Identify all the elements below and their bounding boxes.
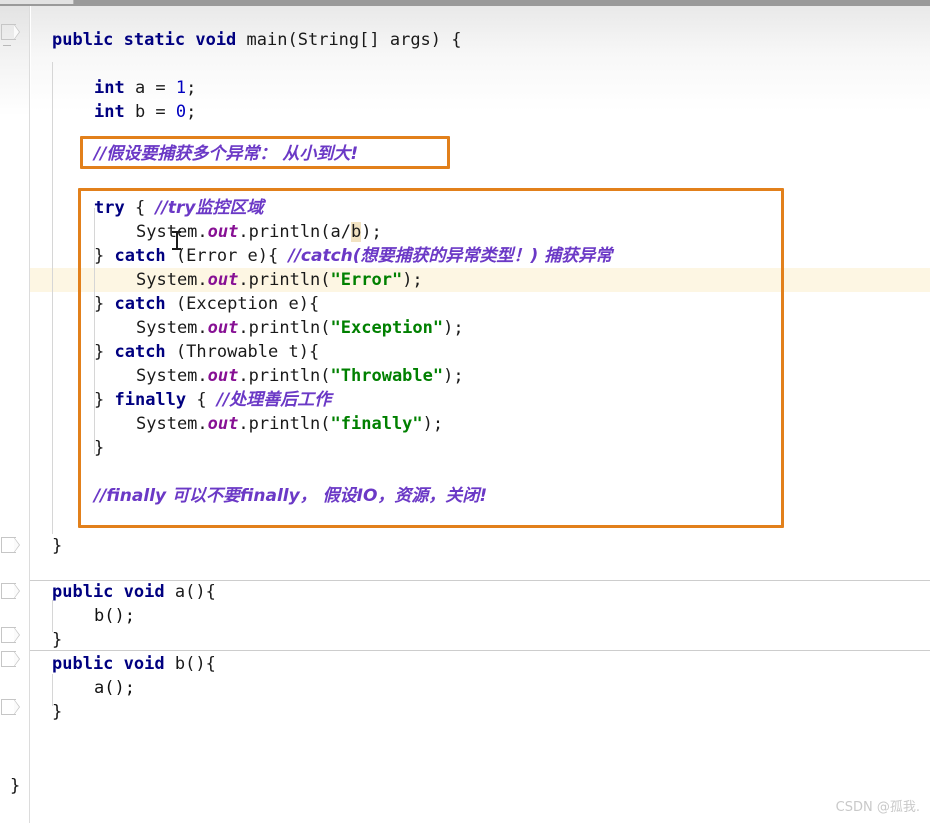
code-line-close-method-b[interactable]: } — [52, 700, 62, 724]
keyword-catch: catch — [114, 294, 166, 314]
string-finally: "finally" — [330, 414, 423, 434]
call-println: println( — [248, 270, 331, 290]
method-a-signature: a(){ — [164, 582, 216, 602]
field-out: out — [207, 270, 239, 290]
main-signature-params: (String[] args) { — [287, 30, 462, 50]
method-name-main: main — [246, 30, 288, 50]
code-line-comment-multiple-exceptions[interactable]: //假设要捕获多个异常： 从小到大! — [94, 142, 358, 166]
call-println: println(a/ — [248, 222, 351, 242]
code-line-finally[interactable]: } finally { //处理善后工作 — [94, 388, 331, 412]
call-println: println( — [248, 414, 331, 434]
keyword-int: int — [94, 78, 125, 98]
call-close: ); — [422, 414, 444, 434]
field-out: out — [207, 222, 239, 242]
keyword-finally: finally — [114, 390, 187, 410]
call-println: println( — [248, 318, 331, 338]
code-line-println-error[interactable]: System.out.println("Error"); — [136, 268, 423, 292]
fold-marker-icon[interactable] — [1, 699, 20, 715]
keyword-void: void — [123, 582, 165, 602]
catch-throwable-params: (Throwable t){ — [165, 342, 320, 362]
code-line-catch-error[interactable]: } catch (Error e){ //catch(想要捕获的异常类型！) 捕… — [94, 244, 612, 268]
catch-error-params: (Error e){ — [165, 246, 289, 266]
field-out: out — [207, 366, 239, 386]
code-line-main-signature[interactable]: public static void main(String[] args) { — [52, 28, 462, 52]
object-system: System — [136, 270, 198, 290]
keyword-catch: catch — [114, 342, 166, 362]
semicolon: ; — [186, 102, 197, 122]
object-system: System — [136, 222, 198, 242]
close-brace: } — [94, 246, 115, 266]
var-b-assign: b = — [124, 102, 176, 122]
code-line-catch-throwable[interactable]: } catch (Throwable t){ — [94, 340, 319, 364]
object-system: System — [136, 318, 198, 338]
comment-cleanup-work: //处理善后工作 — [216, 390, 332, 410]
comment-catch-exception-type: //catch(想要捕获的异常类型！) 捕获异常 — [288, 246, 613, 266]
call-println: println( — [248, 366, 331, 386]
close-brace: } — [94, 342, 115, 362]
call-close: ); — [443, 318, 464, 338]
keyword-public: public — [52, 654, 114, 674]
code-line-call-a[interactable]: a(); — [94, 676, 135, 700]
fold-marker-icon[interactable] — [1, 651, 20, 667]
method-b-signature: b(){ — [164, 654, 216, 674]
editor-gutter[interactable] — [0, 6, 30, 823]
fold-marker-icon[interactable] — [1, 537, 20, 553]
field-out: out — [207, 414, 239, 434]
object-system: System — [136, 414, 198, 434]
keyword-static: static — [123, 30, 186, 50]
fold-marker-icon[interactable] — [1, 583, 20, 599]
keyword-int: int — [94, 102, 125, 122]
code-line-close-class[interactable]: } — [10, 774, 20, 798]
semicolon: ; — [186, 78, 197, 98]
highlighted-identifier-b: b — [351, 222, 362, 242]
keyword-public: public — [52, 582, 114, 602]
code-line-println-a-div-b[interactable]: System.out.println(a/b); — [136, 220, 382, 244]
keyword-void: void — [123, 654, 165, 674]
code-line-int-b[interactable]: int b = 0; — [94, 100, 196, 124]
finally-open-brace: { — [186, 390, 217, 410]
code-editor-screenshot: public static void main(String[] args) {… — [0, 0, 930, 823]
var-a-assign: a = — [124, 78, 176, 98]
indent-guide — [52, 62, 53, 534]
code-line-catch-exception[interactable]: } catch (Exception e){ — [94, 292, 319, 316]
fold-marker-icon[interactable] — [1, 627, 20, 643]
code-line-try[interactable]: try { //try监控区域 — [94, 196, 263, 220]
code-line-println-exception[interactable]: System.out.println("Exception"); — [136, 316, 464, 340]
editor-tab-notch — [0, 0, 74, 4]
code-line-method-b-signature[interactable]: public void b(){ — [52, 652, 216, 676]
code-line-call-b[interactable]: b(); — [94, 604, 135, 628]
code-line-method-a-signature[interactable]: public void a(){ — [52, 580, 216, 604]
keyword-void: void — [195, 30, 237, 50]
string-throwable: "Throwable" — [330, 366, 444, 386]
string-exception: "Exception" — [330, 318, 444, 338]
keyword-try: try — [94, 198, 125, 218]
call-close: ); — [402, 270, 423, 290]
literal-0: 0 — [175, 102, 187, 122]
code-line-comment-finally-optional[interactable]: //finally 可以不要finally， 假设IO，资源，关闭! — [94, 484, 487, 508]
close-brace: } — [94, 294, 115, 314]
call-close: ); — [361, 222, 382, 242]
string-error: "Error" — [330, 270, 403, 290]
object-system: System — [136, 366, 198, 386]
fold-marker-icon[interactable] — [1, 24, 20, 40]
code-line-println-finally[interactable]: System.out.println("finally"); — [136, 412, 443, 436]
comment-try-monitor-region: //try监控区域 — [155, 198, 264, 218]
close-brace: } — [94, 390, 115, 410]
fold-line-marker — [3, 45, 11, 46]
keyword-catch: catch — [114, 246, 166, 266]
keyword-public: public — [52, 30, 114, 50]
code-line-close-method-a[interactable]: } — [52, 628, 62, 652]
code-line-int-a[interactable]: int a = 1; — [94, 76, 196, 100]
code-line-close-finally-block[interactable]: } — [94, 436, 104, 460]
literal-1: 1 — [175, 78, 187, 98]
catch-exception-params: (Exception e){ — [165, 294, 320, 314]
csdn-watermark: CSDN @孤我. — [835, 800, 920, 815]
try-open-brace: { — [124, 198, 156, 218]
code-line-println-throwable[interactable]: System.out.println("Throwable"); — [136, 364, 464, 388]
call-close: ); — [443, 366, 464, 386]
field-out: out — [207, 318, 239, 338]
method-separator — [0, 650, 930, 651]
code-line-close-main[interactable]: } — [52, 534, 62, 558]
